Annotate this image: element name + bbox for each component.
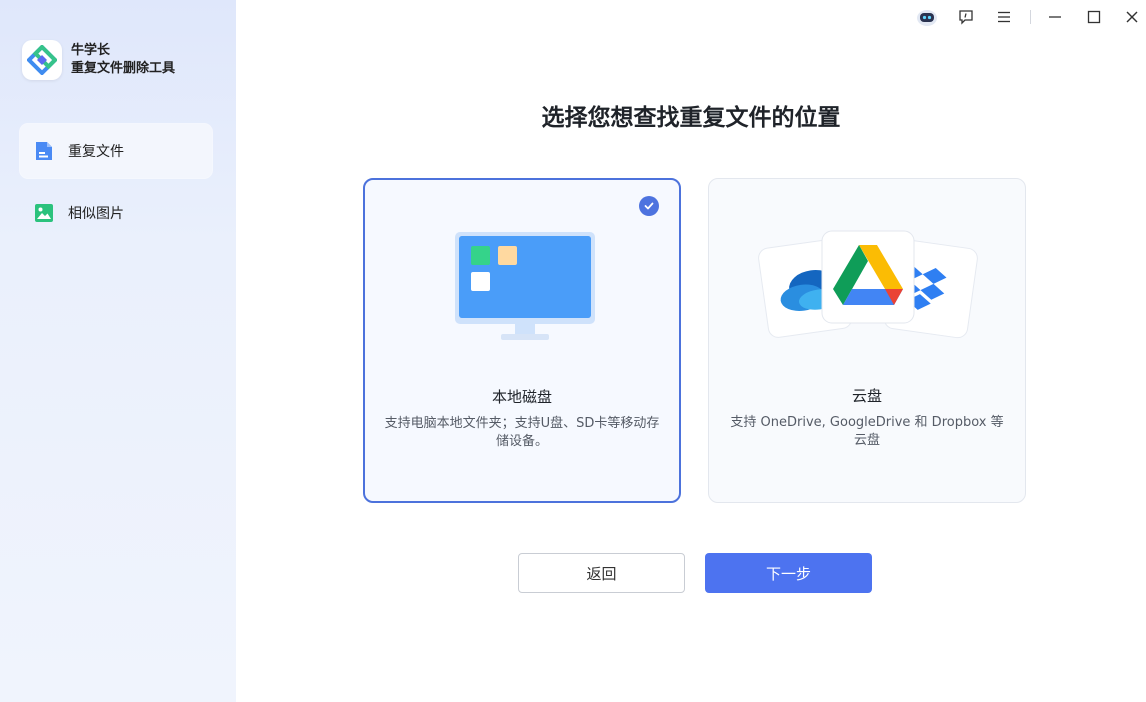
- app-subtitle: 重复文件删除工具: [71, 61, 176, 76]
- maximize-icon[interactable]: [1083, 6, 1105, 28]
- close-icon[interactable]: [1121, 6, 1143, 28]
- robot-icon[interactable]: [916, 6, 938, 28]
- feedback-icon[interactable]: [955, 6, 977, 28]
- app-window: 牛学长 重复文件删除工具 重复文件 相似图片 选择您想查找重复文件的位置 本地磁…: [0, 0, 1146, 702]
- back-button[interactable]: 返回: [518, 553, 685, 593]
- titlebar-divider: [1030, 10, 1031, 24]
- app-logo-icon: [22, 40, 62, 80]
- monitor-icon: [455, 232, 595, 340]
- sidebar-item-label: 相似图片: [68, 206, 124, 222]
- brand: 牛学长 重复文件删除工具: [22, 40, 175, 80]
- page-title: 选择您想查找重复文件的位置: [541, 105, 841, 131]
- card-description: 支持电脑本地文件夹；支持U盘、SD卡等移动存储设备。: [384, 416, 660, 449]
- check-icon: [639, 196, 659, 216]
- card-title: 本地磁盘: [491, 388, 552, 406]
- sidebar: 牛学长 重复文件删除工具 重复文件 相似图片: [0, 0, 236, 702]
- menu-icon[interactable]: [993, 6, 1015, 28]
- image-icon: [33, 202, 55, 224]
- sidebar-item-duplicate-files[interactable]: 重复文件: [20, 124, 212, 178]
- local-disk-card[interactable]: 本地磁盘 支持电脑本地文件夹；支持U盘、SD卡等移动存储设备。: [363, 178, 681, 503]
- card-title: 云盘: [851, 387, 882, 405]
- minimize-icon[interactable]: [1044, 6, 1066, 28]
- sidebar-item-label: 重复文件: [68, 144, 124, 160]
- cloud-services-icon: [758, 230, 978, 339]
- sidebar-item-similar-images[interactable]: 相似图片: [20, 186, 212, 240]
- document-icon: [33, 140, 55, 162]
- next-button[interactable]: 下一步: [705, 553, 872, 593]
- cloud-drive-card[interactable]: 云盘 支持 OneDrive, GoogleDrive 和 Dropbox 等云…: [708, 178, 1026, 503]
- app-name: 牛学长: [71, 43, 111, 58]
- card-description: 支持 OneDrive, GoogleDrive 和 Dropbox 等云盘: [730, 415, 1004, 448]
